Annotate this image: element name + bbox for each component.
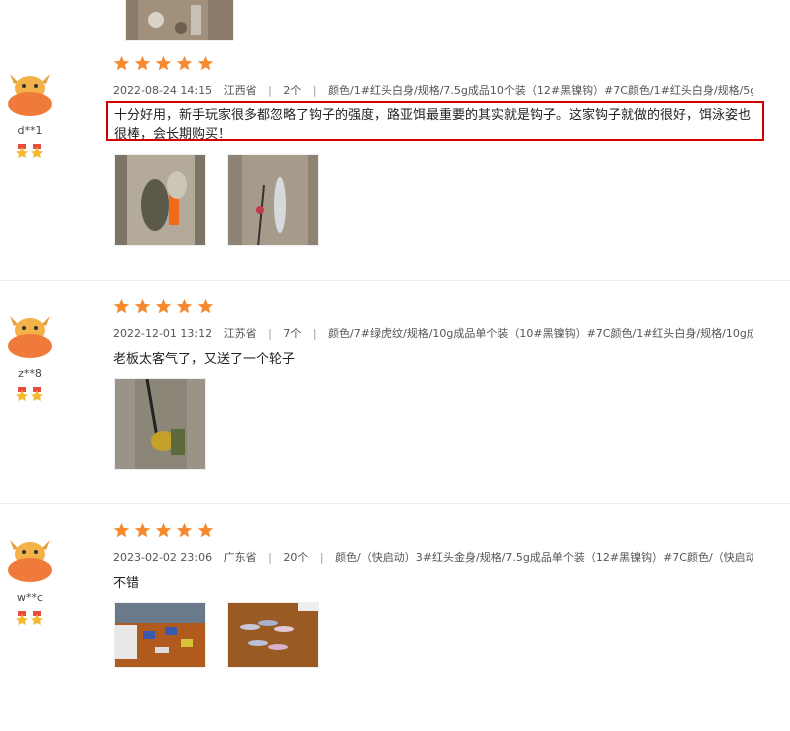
star-icon <box>155 522 172 538</box>
star-icon <box>176 522 193 538</box>
review-date: 2022-12-01 13:12 <box>113 327 213 340</box>
review-province: 广东省 <box>223 551 257 564</box>
badge-icon <box>31 387 43 401</box>
username: w**c <box>16 591 44 604</box>
review-photo[interactable] <box>114 602 206 668</box>
review-meta: 2022-12-01 13:12 江苏省 | 7个 | 颜色/7#绿虎纹/规格/… <box>113 325 753 341</box>
review-date: 2023-02-02 23:06 <box>113 551 213 564</box>
review-photos <box>114 602 319 668</box>
meta-separator: | <box>312 84 317 97</box>
star-icon <box>197 55 214 71</box>
purchase-count: 7个 <box>283 327 302 340</box>
divider <box>0 280 790 281</box>
meta-separator: | <box>319 551 324 564</box>
badge-icon <box>16 387 28 401</box>
review-photo[interactable] <box>227 602 319 668</box>
review-province: 江苏省 <box>223 327 257 340</box>
review-photo[interactable] <box>114 378 206 470</box>
review-text-highlighted: 十分好用，新手玩家很多都忽略了钩子的强度，路亚饵最重要的其实就是钩子。这家钩子就… <box>106 101 764 142</box>
avatar[interactable] <box>6 534 54 582</box>
purchase-count: 2个 <box>283 84 302 97</box>
product-spec: 颜色/7#绿虎纹/规格/10g成品单个装（10#黑镍钩）#7C颜色/1#红头白身… <box>328 327 753 340</box>
review-photos <box>114 378 206 470</box>
badge-icon <box>16 611 28 625</box>
user-level-badges <box>15 144 44 158</box>
badge-icon <box>16 144 28 158</box>
review-meta: 2023-02-02 23:06 广东省 | 20个 | 颜色/（快启动）3#红… <box>113 549 753 565</box>
rating-stars <box>113 55 214 72</box>
user-level-badges <box>15 387 44 401</box>
divider <box>0 503 790 504</box>
review-photo[interactable] <box>125 0 234 41</box>
star-icon <box>197 522 214 538</box>
review-meta: 2022-08-24 14:15 江西省 | 2个 | 颜色/1#红头白身/规格… <box>113 82 753 98</box>
star-icon <box>113 298 130 314</box>
star-icon <box>113 522 130 538</box>
meta-separator: | <box>268 327 272 340</box>
badge-icon <box>31 611 43 625</box>
review-text: 老板太客气了，又送了一个轮子 <box>113 352 296 367</box>
username: d**1 <box>17 124 43 137</box>
rating-stars <box>113 522 214 539</box>
meta-separator: | <box>268 551 272 564</box>
star-icon <box>176 55 193 71</box>
star-icon <box>134 55 151 71</box>
rating-stars <box>113 298 214 315</box>
username: z**8 <box>18 367 42 380</box>
star-icon <box>113 55 130 71</box>
avatar[interactable] <box>6 310 54 358</box>
purchase-count: 20个 <box>283 551 309 564</box>
meta-separator: | <box>268 84 272 97</box>
star-icon <box>176 298 193 314</box>
avatar[interactable] <box>6 68 54 116</box>
product-spec: 颜色/（快启动）3#红头金身/规格/7.5g成品单个装（12#黑镍钩）#7C颜色… <box>335 551 753 564</box>
product-spec: 颜色/1#红头白身/规格/7.5g成品10个装（12#黑镍钩）#7C颜色/1#红… <box>328 84 753 97</box>
star-icon <box>134 522 151 538</box>
review-province: 江西省 <box>223 84 257 97</box>
review-text: 不错 <box>113 576 140 591</box>
star-icon <box>155 55 172 71</box>
review-photo[interactable] <box>227 154 319 246</box>
user-level-badges <box>15 611 44 625</box>
review-photo[interactable] <box>114 154 206 246</box>
meta-separator: | <box>312 327 317 340</box>
badge-icon <box>31 144 43 158</box>
review-photos <box>114 154 319 246</box>
star-icon <box>155 298 172 314</box>
star-icon <box>197 298 214 314</box>
review-date: 2022-08-24 14:15 <box>113 84 213 97</box>
star-icon <box>134 298 151 314</box>
